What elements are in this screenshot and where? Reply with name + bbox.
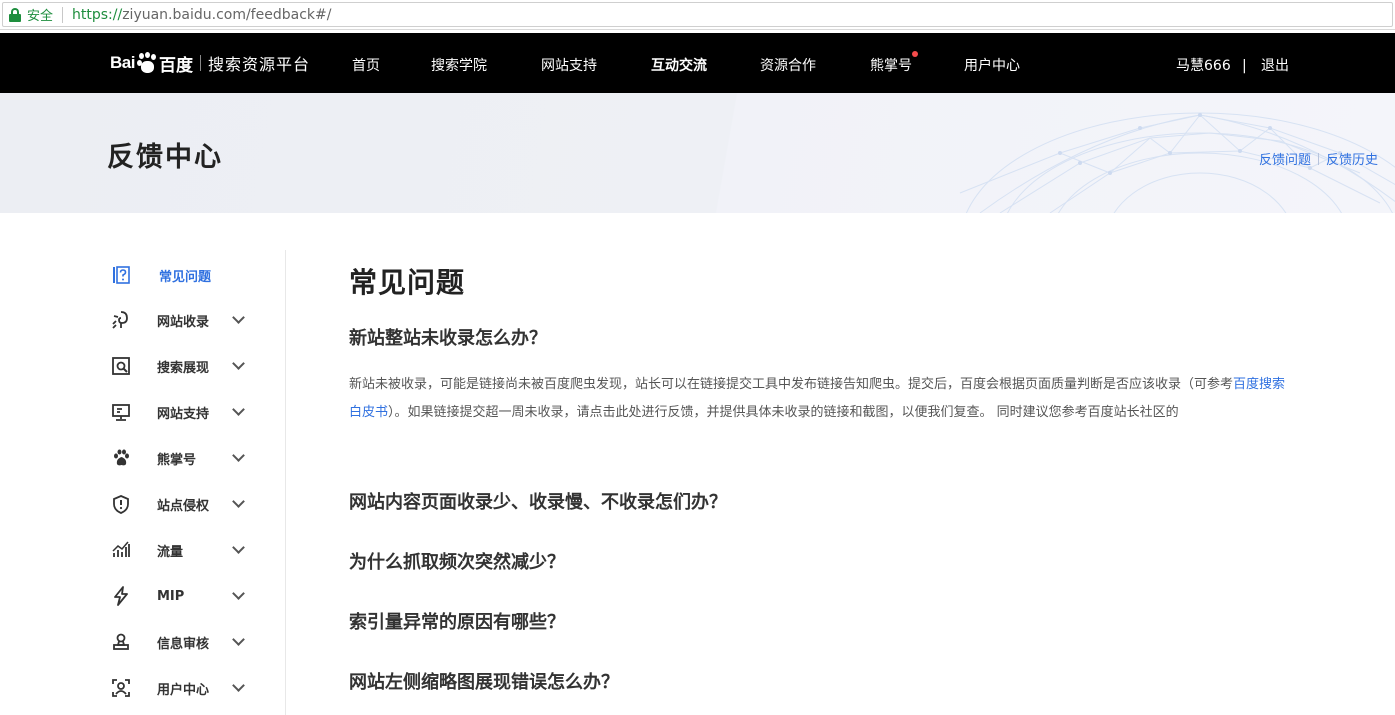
faq-question[interactable]: 新站整站未收录怎么办？	[349, 324, 547, 350]
sidebar-item-mip[interactable]: MIP	[110, 584, 260, 608]
stamp-icon	[110, 631, 132, 653]
chevron-down-icon[interactable]	[232, 541, 245, 554]
sidebar-item-label: 流量	[157, 544, 184, 560]
address-divider	[62, 6, 64, 23]
nav-item-interaction[interactable]: 互动交流	[651, 33, 707, 93]
sidebar-item-indexing[interactable]: 网站收录	[110, 308, 260, 332]
sidebar-item-label: MIP	[157, 588, 185, 604]
sidebar-item-infringement[interactable]: 站点侵权	[110, 492, 260, 516]
sidebar-item-label: 熊掌号	[157, 452, 197, 468]
lightning-icon	[110, 585, 132, 607]
nav-item-site-support[interactable]: 网站支持	[541, 33, 597, 93]
sidebar-item-label: 网站支持	[157, 406, 210, 422]
chevron-down-icon[interactable]	[232, 449, 245, 462]
shield-icon	[110, 493, 132, 515]
sidebar-item-label: 信息审核	[157, 636, 210, 652]
sidebar-item-label: 常见问题	[159, 269, 212, 285]
top-nav: Bai 百度 搜索资源平台 首页 搜索学院 网站支持 互动交流 资源合作 熊掌号…	[0, 33, 1395, 93]
browser-address-bar: 安全 https:// ziyuan.baidu.com/feedback#/	[0, 0, 1395, 30]
nav-item-academy[interactable]: 搜索学院	[431, 33, 487, 93]
section-title: 常见问题	[349, 266, 466, 299]
sidebar-item-label: 网站收录	[157, 314, 210, 330]
page-title: 反馈中心	[107, 142, 223, 173]
nav-item-user-center[interactable]: 用户中心	[964, 33, 1020, 93]
sidebar-item-label: 搜索展现	[157, 360, 210, 376]
feedback-issue-link[interactable]: 反馈问题	[1259, 149, 1311, 168]
sidebar-item-search-display[interactable]: 搜索展现	[110, 354, 260, 378]
chevron-down-icon[interactable]	[232, 403, 245, 416]
logo-bai-text: Bai	[110, 53, 135, 72]
faq-question[interactable]: 网站内容页面收录少、收录慢、不收录怎们办？	[349, 488, 727, 514]
page-banner: 反馈中心 反馈问题 反馈历史	[0, 93, 1395, 213]
lock-icon	[9, 7, 21, 22]
url-path: ziyuan.baidu.com/feedback#/	[122, 6, 332, 23]
faq-question[interactable]: 为什么抓取频次突然减少？	[349, 548, 565, 574]
site-logo[interactable]: Bai 百度 搜索资源平台	[110, 46, 310, 80]
chevron-down-icon[interactable]	[232, 587, 245, 600]
username-link[interactable]: 马慧666	[1176, 33, 1231, 93]
chevron-down-icon[interactable]	[232, 357, 245, 370]
search-display-icon	[110, 355, 132, 377]
paw-icon	[110, 447, 132, 469]
spider-icon	[110, 309, 132, 331]
feedback-history-link[interactable]: 反馈历史	[1326, 149, 1378, 168]
secure-label: 安全	[27, 9, 54, 24]
faq-question[interactable]: 网站左侧缩略图展现错误怎么办？	[349, 668, 619, 694]
logo-divider	[199, 55, 201, 71]
nav-item-resources[interactable]: 资源合作	[760, 33, 816, 93]
answer-text: ）。如果链接提交超一周未收录，请点击此处进行反馈，并提供具体未收录的链接和截图，…	[388, 405, 1179, 420]
nav-separator: |	[1242, 58, 1247, 74]
chevron-down-icon[interactable]	[232, 495, 245, 508]
sidebar-item-traffic[interactable]: 流量	[110, 538, 260, 562]
user-card-icon	[110, 677, 132, 699]
logo-platform-text: 搜索资源平台	[207, 55, 310, 74]
baidu-paw-icon	[136, 52, 158, 74]
help-icon	[110, 264, 132, 286]
link-divider	[1317, 152, 1319, 165]
chevron-down-icon[interactable]	[232, 311, 245, 324]
sidebar-item-review[interactable]: 信息审核	[110, 630, 260, 654]
chart-icon	[110, 539, 132, 561]
faq-answer: 新站未被收录，可能是链接尚未被百度爬虫发现，站长可以在链接提交工具中发布链接告知…	[349, 371, 1289, 427]
sidebar-item-user-center[interactable]: 用户中心	[110, 676, 260, 700]
faq-question[interactable]: 索引量异常的原因有哪些？	[349, 608, 565, 634]
chevron-down-icon[interactable]	[232, 679, 245, 692]
url-field[interactable]: 安全 https:// ziyuan.baidu.com/feedback#/	[2, 2, 1393, 27]
nav-item-xiongzhang[interactable]: 熊掌号	[870, 33, 912, 93]
chevron-down-icon[interactable]	[232, 633, 245, 646]
sidebar-item-site-support[interactable]: 网站支持	[110, 400, 260, 424]
logout-link[interactable]: 退出	[1261, 33, 1289, 93]
sidebar-item-label: 用户中心	[157, 682, 210, 698]
banner-links: 反馈问题 反馈历史	[1259, 149, 1378, 168]
sidebar-item-label: 站点侵权	[157, 498, 210, 514]
nav-item-home[interactable]: 首页	[352, 33, 380, 93]
monitor-icon	[110, 401, 132, 423]
url-scheme: https://	[72, 6, 123, 23]
logo-du-text: 百度	[158, 55, 193, 75]
notification-dot	[912, 51, 918, 57]
sidebar: 常见问题 网站收录 搜索展现 网站支持 熊掌号 站点侵权 流量 MIP 信息审核…	[100, 250, 286, 715]
answer-text: 新站未被收录，可能是链接尚未被百度爬虫发现，站长可以在链接提交工具中发布链接告知…	[349, 377, 1234, 392]
sidebar-item-faq[interactable]: 常见问题	[110, 263, 260, 287]
sidebar-item-xiongzhang[interactable]: 熊掌号	[110, 446, 260, 470]
